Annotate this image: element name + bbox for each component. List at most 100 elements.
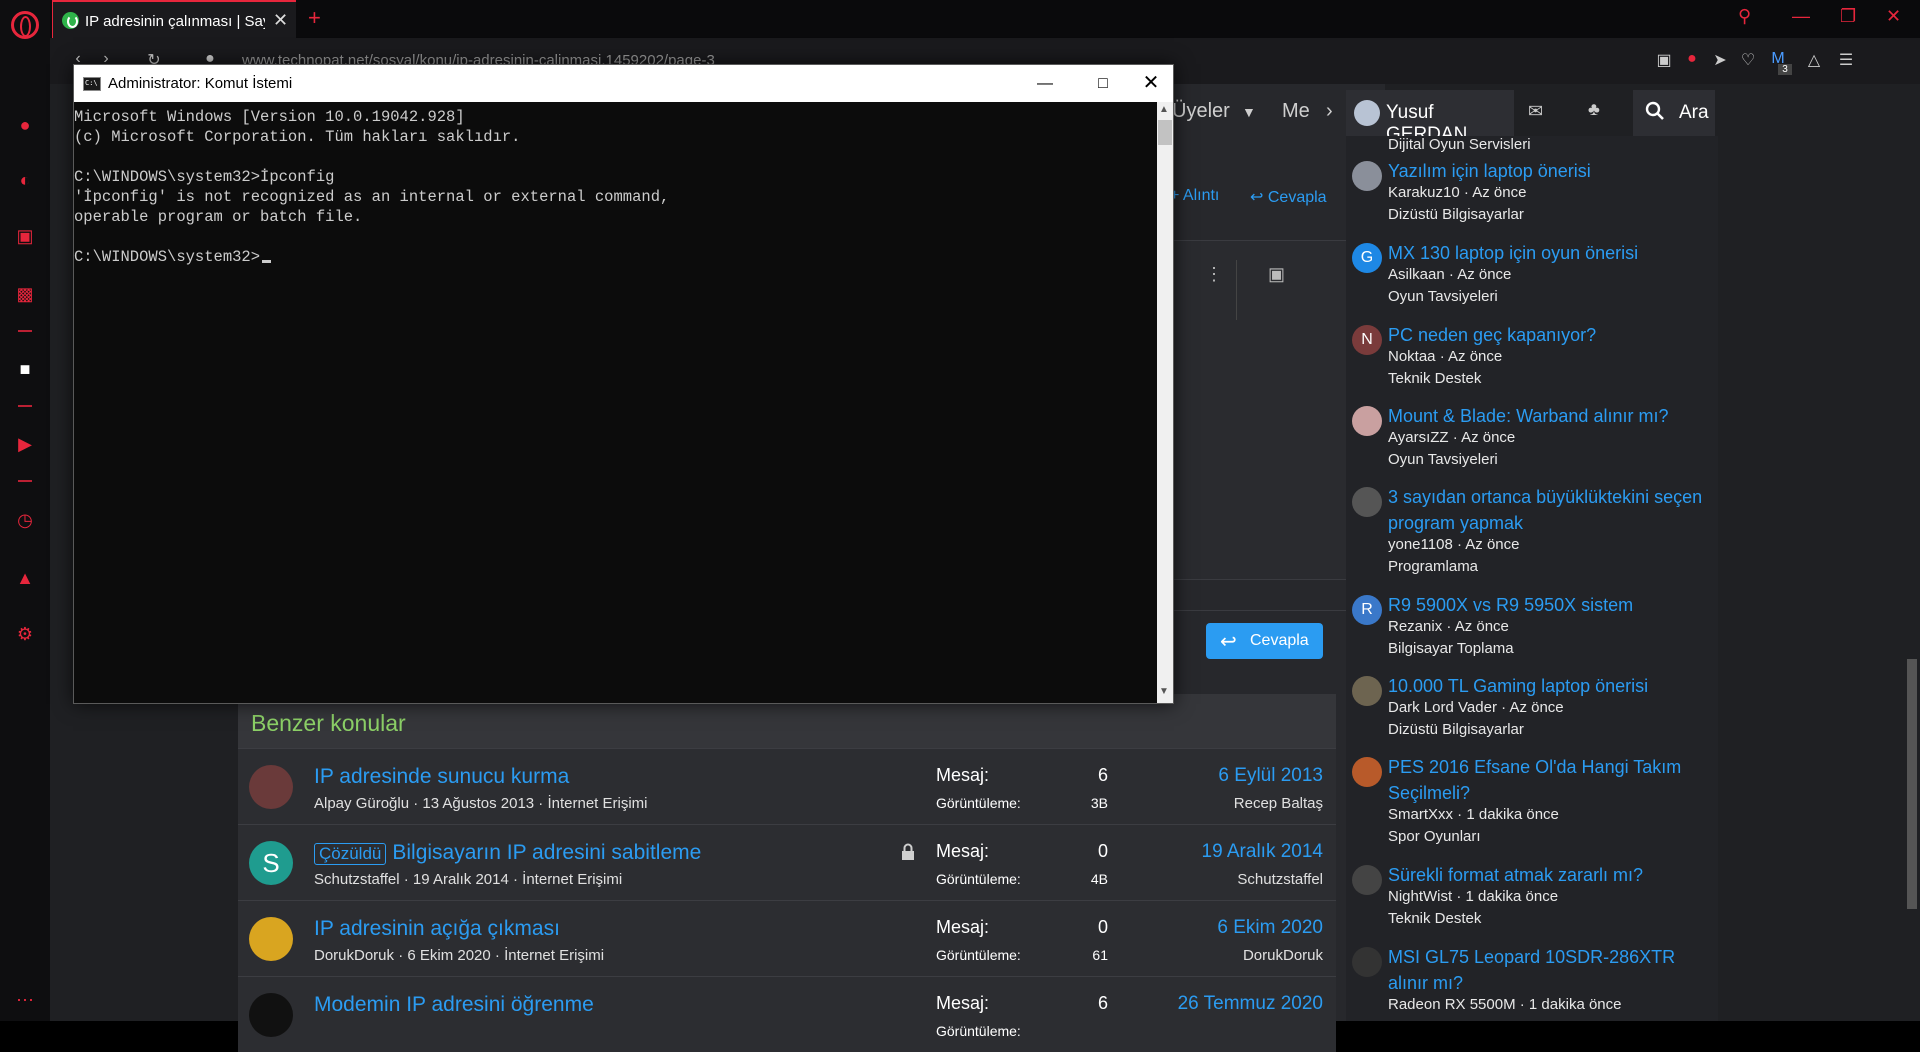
table-row[interactable]: S Çözüldü Bilgisayarın IP adresini sabitle…: [238, 824, 1336, 900]
last-post-date[interactable]: 19 Aralık 2014: [1202, 841, 1323, 863]
cmd-title-bar[interactable]: Administrator: Komut İstemi — □ ✕: [74, 65, 1173, 102]
cmd-minimize-icon[interactable]: —: [1016, 65, 1074, 102]
history-icon[interactable]: ◷: [13, 508, 37, 532]
last-poster[interactable]: DorukDoruk: [1243, 947, 1323, 964]
thread-meta[interactable]: AyarsıZZ · Az önce: [1388, 429, 1515, 446]
chevron-right-icon[interactable]: ›: [1326, 100, 1333, 123]
last-post-date[interactable]: 6 Ekim 2020: [1217, 917, 1323, 939]
reply-button[interactable]: ↩ Cevapla: [1206, 623, 1323, 659]
command-prompt-window[interactable]: Administrator: Komut İstemi — □ ✕ Micros…: [73, 64, 1174, 704]
minimize-icon[interactable]: —: [1792, 6, 1810, 27]
thread-title[interactable]: Çözüldü Bilgisayarın IP adresini sabitlem…: [314, 841, 701, 865]
thread-title-link[interactable]: 10.000 TL Gaming laptop önerisi: [1388, 673, 1708, 699]
avatar[interactable]: [1352, 487, 1382, 517]
cube-icon[interactable]: △: [1804, 50, 1824, 70]
user-menu-button[interactable]: Yusuf GERDAN: [1346, 90, 1514, 145]
avatar[interactable]: G: [1352, 243, 1382, 273]
thread-meta[interactable]: Noktaa · Az önce: [1388, 348, 1502, 365]
gamepad-icon[interactable]: ●: [13, 113, 37, 137]
last-post-date[interactable]: 6 Eylül 2013: [1218, 765, 1323, 787]
avatar[interactable]: R: [1352, 595, 1382, 625]
thread-title-link[interactable]: Yazılım için laptop önerisi: [1388, 158, 1708, 184]
avatar[interactable]: [249, 765, 293, 809]
scroll-down-icon[interactable]: ▼: [1159, 686, 1169, 697]
thread-title-link[interactable]: 3 sayıdan ortanca büyüklüktekini seçen p…: [1388, 484, 1708, 536]
thread-title[interactable]: Modemin IP adresini öğrenme: [314, 993, 594, 1017]
table-row[interactable]: IP adresinde sunucu kurma Alpay Güroğlu ·…: [238, 748, 1336, 824]
avatar[interactable]: N: [1352, 325, 1382, 355]
avatar[interactable]: [1352, 757, 1382, 787]
avatar[interactable]: [249, 917, 293, 961]
thread-category[interactable]: Teknik Destek: [1388, 910, 1481, 927]
quote-link[interactable]: + Alıntı: [1170, 187, 1219, 205]
chevron-down-icon[interactable]: ▼: [1242, 104, 1256, 120]
thread-title-link[interactable]: Sürekli format atmak zararlı mı?: [1388, 862, 1708, 888]
nav-more[interactable]: Me: [1282, 100, 1310, 123]
thread-title-link[interactable]: MX 130 laptop için oyun önerisi: [1388, 240, 1708, 266]
cmd-console-output[interactable]: Microsoft Windows [Version 10.0.19042.92…: [74, 102, 1157, 703]
opera-logo-icon[interactable]: [11, 11, 39, 39]
table-row[interactable]: Modemin IP adresini öğrenme Mesaj: Görüntü…: [238, 976, 1336, 1052]
close-window-icon[interactable]: ✕: [1886, 6, 1901, 27]
more-dots-icon[interactable]: ⋯: [13, 988, 37, 1012]
thread-category[interactable]: Spor Oyunları: [1388, 828, 1481, 845]
thread-meta[interactable]: Radeon RX 5500M · 1 dakika önce: [1388, 996, 1621, 1013]
bell-icon[interactable]: ♣: [1588, 99, 1600, 120]
thread-title-link[interactable]: Mount & Blade: Warband alınır mı?: [1388, 403, 1708, 429]
thread-title-link[interactable]: Modemin IP adresini öğrenme: [314, 993, 594, 1016]
avatar[interactable]: [1352, 406, 1382, 436]
thread-meta[interactable]: Dark Lord Vader · Az önce: [1388, 699, 1564, 716]
adblock-icon[interactable]: ●: [1682, 50, 1702, 68]
tab-search-icon[interactable]: ⚲: [1738, 6, 1751, 27]
thread-category[interactable]: Dizüstü Bilgisayarlar: [1388, 206, 1524, 223]
thread-meta[interactable]: Rezanix · Az önce: [1388, 618, 1509, 635]
thread-meta[interactable]: yone1108 · Az önce: [1388, 536, 1519, 553]
table-row[interactable]: IP adresinin açığa çıkması DorukDoruk · 6…: [238, 900, 1336, 976]
last-poster[interactable]: Recep Baltaş: [1234, 795, 1323, 812]
thread-title-link[interactable]: IP adresinde sunucu kurma: [314, 765, 569, 788]
camera-icon[interactable]: ▣: [1654, 50, 1674, 70]
page-scroll-thumb[interactable]: [1907, 659, 1917, 909]
thread-title-link[interactable]: IP adresinin açığa çıkması: [314, 917, 560, 940]
thread-meta[interactable]: SmartXxx · 1 dakika önce: [1388, 806, 1559, 823]
avatar[interactable]: [1352, 947, 1382, 977]
last-post-date[interactable]: 26 Temmuz 2020: [1178, 993, 1323, 1015]
thread-meta[interactable]: NightWist · 1 dakika önce: [1388, 888, 1558, 905]
player-icon[interactable]: ▶: [13, 432, 37, 456]
heart-icon[interactable]: ♡: [1738, 50, 1758, 70]
send-icon[interactable]: ➤: [1710, 50, 1730, 70]
thread-title-link[interactable]: R9 5900X vs R9 5950X sistem: [1388, 592, 1708, 618]
scroll-up-icon[interactable]: ▲: [1159, 104, 1169, 115]
avatar[interactable]: [1352, 161, 1382, 191]
thread-title[interactable]: IP adresinin açığa çıkması: [314, 917, 560, 941]
cmd-scroll-thumb[interactable]: [1158, 120, 1172, 145]
cmd-close-icon[interactable]: ✕: [1122, 65, 1180, 102]
thread-title-link[interactable]: PES 2016 Efsane Ol'da Hangi Takım Seçilm…: [1388, 754, 1708, 806]
store-icon[interactable]: ▣: [13, 224, 37, 248]
thread-category[interactable]: Teknik Destek: [1388, 370, 1481, 387]
extensions-cube-icon[interactable]: ▲: [13, 566, 37, 590]
close-tab-icon[interactable]: ✕: [273, 10, 288, 31]
thread-category[interactable]: Programlama: [1388, 558, 1478, 575]
avatar[interactable]: [1352, 676, 1382, 706]
thread-category[interactable]: Oyun Tavsiyeleri: [1388, 288, 1498, 305]
settings-gear-icon[interactable]: ⚙: [13, 622, 37, 646]
cmd-scrollbar[interactable]: ▲ ▼: [1157, 102, 1173, 703]
easy-setup-icon[interactable]: ☰: [1836, 50, 1856, 70]
active-tab[interactable]: IP adresinin çalınması | Sayfa 3 ✕: [52, 0, 296, 38]
thread-meta[interactable]: Asilkaan · Az önce: [1388, 266, 1511, 283]
nav-members[interactable]: Üyeler: [1172, 100, 1230, 123]
thread-title-link[interactable]: PC neden geç kapanıyor?: [1388, 322, 1708, 348]
preview-icon[interactable]: ▣: [1268, 264, 1285, 285]
thread-title-link[interactable]: Bilgisayarın IP adresini sabitleme: [392, 841, 701, 864]
thread-meta[interactable]: Karakuz10 · Az önce: [1388, 184, 1526, 201]
last-poster[interactable]: Schutzstaffel: [1237, 871, 1323, 888]
discord-icon[interactable]: ■: [13, 357, 37, 381]
avatar[interactable]: S: [249, 841, 293, 885]
search-button[interactable]: Ara: [1633, 90, 1715, 136]
mail-icon[interactable]: ✉: [1528, 101, 1543, 122]
thread-category[interactable]: Bilgisayar Toplama: [1388, 640, 1514, 657]
avatar[interactable]: [1352, 865, 1382, 895]
thread-category[interactable]: Oyun Tavsiyeleri: [1388, 451, 1498, 468]
speedometer-icon[interactable]: ◐: [13, 168, 37, 192]
